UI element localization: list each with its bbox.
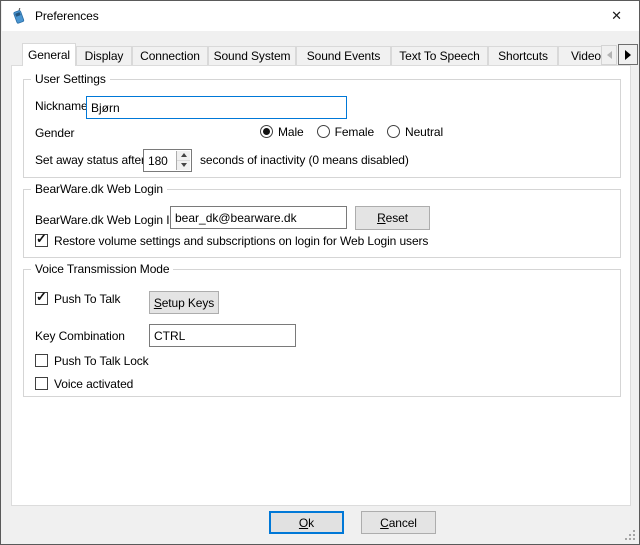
checkbox-label: Push To Talk Lock	[54, 354, 149, 368]
group-title: User Settings	[31, 72, 110, 86]
tab-connection[interactable]: Connection	[132, 46, 208, 65]
radio-icon	[387, 125, 400, 138]
radio-label: Male	[278, 125, 304, 139]
tab-label: Sound Events	[307, 49, 381, 63]
tab-display[interactable]: Display	[76, 46, 132, 65]
titlebar[interactable]: Preferences ✕	[2, 1, 639, 31]
button-label: O	[299, 516, 308, 530]
key-combination-label: Key Combination	[35, 329, 125, 343]
tab-shortcuts[interactable]: Shortcuts	[488, 46, 558, 65]
checkbox-icon: ✓	[35, 354, 48, 367]
checkbox-label: Push To Talk	[54, 292, 120, 306]
nickname-label: Nickname	[35, 99, 88, 113]
button-label: S	[154, 296, 162, 310]
tab-label: Sound System	[214, 49, 291, 63]
group-title: Voice Transmission Mode	[31, 262, 173, 276]
button-label: k	[308, 516, 314, 530]
away-seconds-spinner[interactable]: 180	[143, 149, 192, 172]
tab-sound-system[interactable]: Sound System	[208, 46, 296, 65]
spin-down-icon[interactable]	[177, 161, 190, 171]
reset-button[interactable]: Reset	[355, 206, 430, 230]
checkbox-icon: ✓	[35, 234, 48, 247]
ok-button[interactable]: Ok	[269, 511, 344, 534]
button-label: C	[380, 516, 389, 530]
app-icon	[10, 8, 27, 25]
checkbox-icon: ✓	[35, 377, 48, 390]
cancel-button[interactable]: Cancel	[361, 511, 436, 534]
check-icon: ✓	[36, 290, 47, 304]
radio-icon	[317, 125, 330, 138]
group-title: BearWare.dk Web Login	[31, 182, 167, 196]
tab-text-to-speech[interactable]: Text To Speech	[391, 46, 488, 65]
tab-label: Display	[85, 49, 124, 63]
gender-radio-group: Male Female Neutral	[260, 125, 443, 139]
tab-general[interactable]: General	[22, 43, 76, 66]
button-label: ancel	[389, 516, 417, 530]
radio-female[interactable]: Female	[317, 125, 374, 139]
away-status-suffix: seconds of inactivity (0 means disabled)	[200, 153, 409, 167]
button-label: eset	[386, 211, 408, 225]
radio-label: Female	[335, 125, 374, 139]
right-arrow-icon	[625, 50, 631, 60]
radio-male[interactable]: Male	[260, 125, 304, 139]
tab-label: Shortcuts	[498, 49, 548, 63]
radio-neutral[interactable]: Neutral	[387, 125, 443, 139]
button-label: etup Keys	[162, 296, 214, 310]
spinner-buttons	[176, 151, 190, 170]
window-title: Preferences	[35, 9, 99, 23]
check-icon: ✓	[36, 232, 47, 246]
button-label: R	[377, 211, 386, 225]
push-to-talk-checkbox[interactable]: ✓ Push To Talk	[35, 292, 120, 306]
gender-label: Gender	[35, 126, 74, 140]
setup-keys-button[interactable]: Setup Keys	[149, 291, 219, 314]
restore-volume-checkbox[interactable]: ✓ Restore volume settings and subscripti…	[35, 234, 428, 248]
left-arrow-icon	[607, 51, 612, 59]
resize-grip-icon[interactable]	[624, 529, 635, 540]
push-to-talk-lock-checkbox[interactable]: ✓ Push To Talk Lock	[35, 354, 149, 368]
web-login-id-label: BearWare.dk Web Login ID	[35, 213, 178, 227]
tab-sound-events[interactable]: Sound Events	[296, 46, 391, 65]
web-login-id-input[interactable]	[170, 206, 347, 229]
close-icon[interactable]: ✕	[594, 1, 639, 31]
voice-activated-checkbox[interactable]: ✓ Voice activated	[35, 377, 133, 391]
nickname-input[interactable]	[86, 96, 347, 119]
tab-label: General	[28, 48, 70, 62]
away-status-label: Set away status after	[35, 153, 145, 167]
tab-label: Text To Speech	[399, 49, 479, 63]
preferences-dialog: Preferences ✕ General Display Connection…	[0, 0, 640, 545]
checkbox-label: Restore volume settings and subscription…	[54, 234, 428, 248]
general-tab-panel: User Settings Nickname Gender Male Femal…	[11, 65, 631, 506]
radio-icon	[260, 125, 273, 138]
spin-up-icon[interactable]	[177, 151, 190, 161]
tab-scroll-left-icon[interactable]	[601, 45, 617, 65]
tab-label: Video	[571, 49, 601, 63]
radio-label: Neutral	[405, 125, 443, 139]
checkbox-label: Voice activated	[54, 377, 133, 391]
checkbox-icon: ✓	[35, 292, 48, 305]
tab-scroll-right-icon[interactable]	[618, 44, 638, 65]
tab-label: Connection	[140, 49, 200, 63]
key-combination-input[interactable]	[149, 324, 296, 347]
spinner-value: 180	[148, 154, 168, 168]
